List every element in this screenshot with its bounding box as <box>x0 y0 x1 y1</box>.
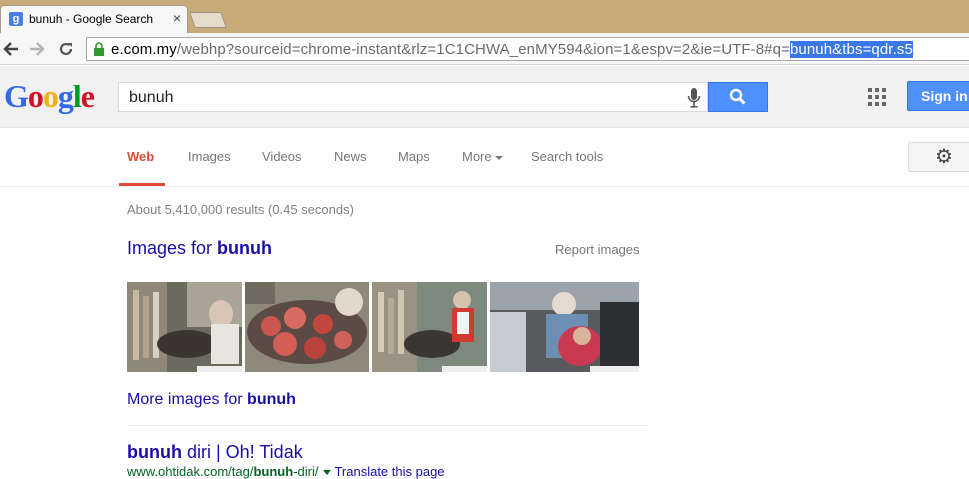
tab-maps[interactable]: Maps <box>398 149 430 164</box>
result-title-rest: diri | Oh! Tidak <box>181 442 303 462</box>
new-tab-button[interactable] <box>189 12 227 28</box>
more-images-query: bunuh <box>247 391 296 408</box>
url-path: /webhp?sourceid=chrome-instant&rlz=1C1CH… <box>176 41 790 58</box>
google-favicon-icon: g <box>9 12 23 26</box>
logo-letter: e <box>80 78 95 114</box>
lock-icon <box>94 42 104 56</box>
result-url-prefix: www.ohtidak.com/tag/ <box>127 464 254 479</box>
gear-icon: ⚙ <box>935 146 953 168</box>
thumbnail-image[interactable] <box>127 282 242 372</box>
search-button[interactable] <box>708 82 768 112</box>
forward-arrow-icon[interactable] <box>27 39 47 59</box>
result-stats: About 5,410,000 results (0.45 seconds) <box>127 202 354 217</box>
tab-close-icon[interactable]: × <box>173 11 181 25</box>
logo-letter: o <box>42 78 59 114</box>
tab-videos[interactable]: Videos <box>262 149 302 164</box>
tab-news[interactable]: News <box>334 149 367 164</box>
browser-tab[interactable]: g bunuh - Google Search × <box>0 5 188 33</box>
thumbnail-image[interactable] <box>372 282 487 372</box>
translate-link[interactable]: Translate this page <box>334 464 444 479</box>
tab-more[interactable]: More <box>462 149 503 164</box>
tab-more-label: More <box>462 149 492 164</box>
images-for-link[interactable]: Images for bunuh <box>127 238 272 259</box>
result-title-link[interactable]: bunuh diri | Oh! Tidak <box>127 442 303 463</box>
url-host: com.my <box>123 41 177 58</box>
search-nav: Web Images Videos News Maps More Search … <box>0 128 969 187</box>
result-url: www.ohtidak.com/tag/bunuh-diri/Translate… <box>127 464 445 479</box>
microphone-icon[interactable] <box>687 87 701 109</box>
url-prefix: e. <box>111 41 124 58</box>
report-images-link[interactable]: Report images <box>555 242 640 257</box>
active-tab-indicator <box>119 183 165 186</box>
more-images-link[interactable]: More images for bunuh <box>127 391 296 409</box>
address-url: e.com.my/webhp?sourceid=chrome-instant&r… <box>111 41 913 58</box>
settings-button[interactable]: ⚙ <box>908 142 969 172</box>
reload-icon[interactable] <box>56 39 76 59</box>
images-for-query: bunuh <box>217 238 273 258</box>
chevron-down-icon <box>494 155 503 160</box>
logo-letter: o <box>27 78 44 114</box>
result-url-bold: bunuh <box>253 464 294 479</box>
thumbnail-image[interactable] <box>490 282 639 372</box>
tab-images[interactable]: Images <box>188 149 231 164</box>
apps-grid-icon[interactable] <box>868 88 886 106</box>
logo-letter: l <box>72 78 82 114</box>
google-header: Google bunuh Sign in <box>0 66 969 128</box>
tab-web[interactable]: Web <box>127 149 154 164</box>
images-for-prefix: Images for <box>127 238 218 258</box>
search-icon <box>729 88 746 105</box>
logo-letter: g <box>57 78 74 114</box>
result-url-suffix: -diri/ <box>293 464 319 479</box>
logo-letter: G <box>4 78 29 114</box>
tab-search-tools[interactable]: Search tools <box>531 149 603 164</box>
thumbnail-image[interactable] <box>245 282 369 372</box>
result-title-bold: bunuh <box>127 442 182 462</box>
search-query: bunuh <box>129 89 174 106</box>
browser-toolbar: e.com.my/webhp?sourceid=chrome-instant&r… <box>0 33 969 65</box>
back-arrow-icon[interactable] <box>1 39 21 59</box>
url-selected-text: bunuh&tbs=qdr.s5 <box>789 41 913 58</box>
more-images-prefix: More images for <box>127 391 248 408</box>
tab-strip: g bunuh - Google Search × <box>0 0 969 33</box>
google-logo[interactable]: Google <box>4 78 95 115</box>
tab-title: bunuh - Google Search <box>29 12 154 26</box>
chevron-down-icon[interactable] <box>323 470 332 476</box>
sign-in-button[interactable]: Sign in <box>907 81 969 111</box>
divider <box>127 425 647 426</box>
search-input[interactable]: bunuh <box>118 82 708 112</box>
address-bar[interactable]: e.com.my/webhp?sourceid=chrome-instant&r… <box>86 37 969 61</box>
